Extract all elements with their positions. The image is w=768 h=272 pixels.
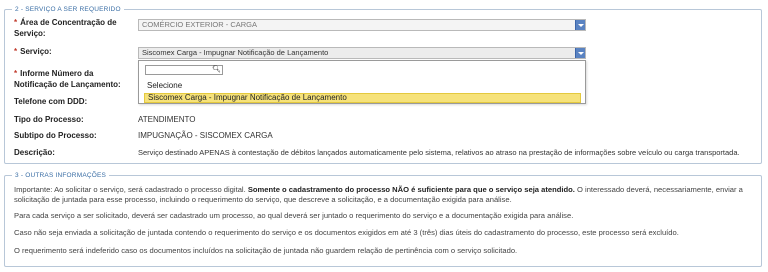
info-paragraph: O requerimento será indeferido caso os d…	[14, 246, 518, 255]
tipo-label: Tipo do Processo:	[14, 115, 84, 124]
area-label: * Área de Concentração de Serviço:	[14, 18, 117, 38]
required-marker: *	[14, 69, 18, 78]
subtipo-label: Subtipo do Processo:	[14, 131, 97, 140]
magnifier-icon: 🔍︎	[212, 66, 221, 73]
area-select[interactable]: COMÉRCIO EXTERIOR - CARGA	[138, 19, 586, 31]
servico-dropdown-list: 🔍︎ Selecione Siscomex Carga - Impugnar N…	[138, 60, 586, 104]
tipo-value: ATENDIMENTO	[138, 115, 196, 124]
informe-label: * Informe Número da Notificação de Lançam…	[14, 69, 121, 89]
info-paragraph: Caso não seja enviada a solicitação de j…	[14, 228, 679, 237]
dropdown-search-input[interactable]: 🔍︎	[145, 65, 223, 75]
required-marker: *	[14, 47, 18, 56]
required-marker: *	[14, 18, 18, 27]
section-legend: 3 - OUTRAS INFORMAÇÕES	[12, 171, 110, 180]
descricao-value: Serviço destinado APENAS à contestação d…	[138, 148, 740, 157]
chevron-down-icon[interactable]	[575, 48, 585, 58]
info-paragraph: Importante: Ao solicitar o serviço, será…	[14, 185, 743, 204]
dropdown-option-selected[interactable]: Siscomex Carga - Impugnar Notificação de…	[144, 93, 581, 103]
servico-select[interactable]: Siscomex Carga - Impugnar Notificação de…	[138, 47, 586, 59]
dropdown-option[interactable]: Selecione	[144, 81, 581, 91]
chevron-down-icon[interactable]	[575, 20, 585, 30]
subtipo-value: IMPUGNAÇÃO - SISCOMEX CARGA	[138, 131, 273, 140]
telefone-label: Telefone com DDD:	[14, 97, 88, 106]
info-paragraph: Para cada serviço a ser solicitado, deve…	[14, 211, 574, 220]
servico-label: * Serviço:	[14, 47, 52, 56]
descricao-label: Descrição:	[14, 148, 55, 157]
section-legend: 2 - SERVIÇO A SER REQUERIDO	[12, 5, 124, 14]
